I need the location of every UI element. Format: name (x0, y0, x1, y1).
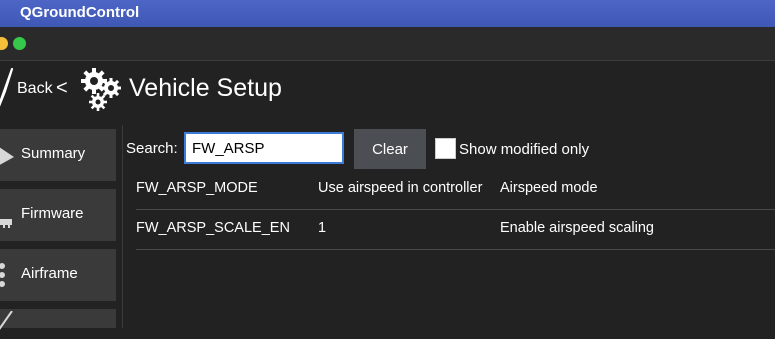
param-value: Use airspeed in controller (318, 180, 483, 196)
param-description: Enable airspeed scaling (500, 220, 654, 236)
sidebar-item-label: Airframe (21, 265, 78, 282)
breadcrumb-chevron: < (56, 77, 68, 99)
param-name: FW_ARSP_SCALE_EN (136, 220, 290, 236)
window-chrome-bar (0, 27, 775, 61)
search-input[interactable] (184, 132, 344, 164)
show-modified-checkbox[interactable] (435, 138, 456, 159)
clear-button[interactable]: Clear (354, 129, 426, 169)
airframe-icon (0, 263, 5, 287)
search-label: Search: (126, 140, 178, 157)
os-title-bar: QGroundControl (0, 0, 775, 27)
plane-icon[interactable] (0, 67, 14, 113)
table-row[interactable]: FW_ARSP_SCALE_EN 1 Enable airspeed scali… (136, 209, 775, 250)
gears-icon (81, 68, 121, 111)
sidebar-item-label: Firmware (21, 205, 84, 222)
page-title: Vehicle Setup (129, 74, 282, 102)
sidebar-item-next[interactable] (0, 309, 116, 330)
app-title: QGroundControl (20, 4, 140, 21)
sidebar-item-airframe[interactable]: Airframe (0, 249, 116, 301)
zoom-window-button[interactable] (13, 37, 26, 50)
table-row[interactable]: FW_ARSP_MODE Use airspeed in controller … (136, 169, 775, 210)
sidebar-item-label: Summary (21, 145, 86, 162)
sidebar-item-summary[interactable]: Summary (0, 129, 116, 181)
sidebar-item-firmware[interactable]: Firmware (0, 189, 116, 241)
firmware-icon (0, 219, 12, 228)
param-description: Airspeed mode (500, 180, 598, 196)
param-value: 1 (318, 220, 327, 236)
param-name: FW_ARSP_MODE (136, 180, 258, 196)
toolbar: Back < Vehicle Setup (0, 61, 775, 121)
plane-icon (0, 311, 13, 330)
back-button[interactable]: Back (17, 80, 53, 98)
show-modified-label[interactable]: Show modified only (459, 141, 589, 158)
minimize-window-button[interactable] (0, 37, 8, 50)
plane-icon (0, 147, 14, 165)
